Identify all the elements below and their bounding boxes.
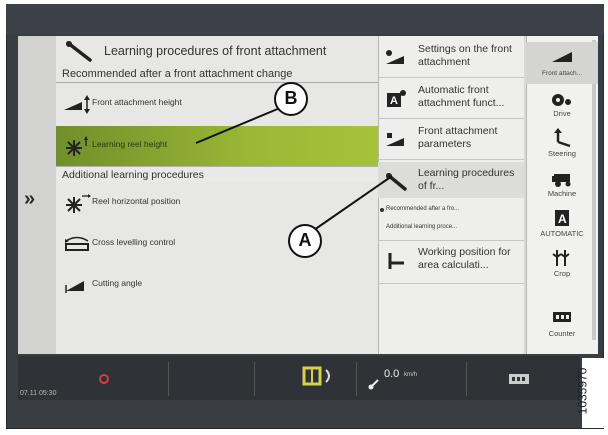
- warning-icon: [98, 374, 110, 384]
- parameters-icon: [384, 130, 408, 150]
- attachment-height-icon: [62, 92, 92, 116]
- reel-horizontal-icon: [62, 191, 92, 215]
- submenu-label: Settings on the front attachment: [418, 43, 512, 68]
- submenu-item-settings[interactable]: Settings on the front attachment: [378, 38, 524, 78]
- list-item-label: Reel horizontal position: [92, 196, 181, 206]
- list-item-label: Front attachment height: [92, 97, 182, 107]
- additional-header: Additional learning procedures: [56, 166, 378, 182]
- list-item-front-attachment-height[interactable]: Front attachment height: [56, 84, 378, 124]
- list-item-label: Cross levelling control: [92, 237, 176, 247]
- submenu-label: Front attachment parameters: [418, 125, 498, 150]
- list-item-learning-reel-height[interactable]: Learning reel height: [56, 126, 378, 166]
- automatic-icon: A: [550, 208, 574, 228]
- nav-item-automatic[interactable]: A AUTOMATIC: [526, 206, 598, 244]
- submenu-item-working-position[interactable]: Working position for area calculati...: [378, 240, 524, 284]
- nav-label: Steering: [548, 149, 576, 158]
- speedometer-icon: [368, 378, 382, 390]
- learning-procedures-icon: [64, 40, 94, 64]
- top-bar: [6, 4, 604, 34]
- status-divider: [466, 362, 467, 396]
- nav-item-crop[interactable]: Crop: [526, 246, 598, 284]
- drive-icon: [550, 88, 574, 108]
- nav-label: Drive: [553, 109, 571, 118]
- crop-icon: [550, 248, 574, 268]
- status-divider: [254, 362, 255, 396]
- callout-a: A: [288, 224, 322, 258]
- nav-item-steering[interactable]: Steering: [526, 126, 598, 164]
- nav-item-drive[interactable]: Drive: [526, 86, 598, 124]
- reel-height-icon: [62, 134, 92, 158]
- front-attachment-settings-icon: [384, 48, 408, 68]
- divider: [56, 82, 378, 83]
- submenu-subitem-additional[interactable]: Additional learning proce...: [386, 224, 457, 230]
- submenu-label: Learning procedures of fr...: [418, 167, 515, 192]
- submenu-item-automatic[interactable]: A Automatic front attachment funct...: [378, 79, 524, 119]
- nav-label: Crop: [553, 269, 571, 278]
- nav-item-front-attachment[interactable]: Front attach...: [526, 42, 598, 84]
- nav-label: AUTOMATIC: [540, 229, 584, 238]
- panel-header: Learning procedures of front attachment: [56, 38, 378, 66]
- reel-status-icon: [300, 364, 340, 390]
- recommended-header: Recommended after a front attachment cha…: [62, 68, 293, 80]
- nav-item-machine[interactable]: Machine: [526, 166, 598, 204]
- double-chevron-right-icon[interactable]: »: [24, 188, 35, 211]
- speed-value: 0.0: [384, 368, 400, 380]
- section-title: Additional learning procedures: [62, 169, 204, 181]
- list-item-label: Learning reel height: [92, 139, 168, 149]
- submenu-label: Automatic front attachment funct...: [418, 84, 505, 109]
- steering-icon: [550, 128, 574, 148]
- nav-label: Front attach...: [541, 70, 583, 77]
- cutting-angle-icon: [62, 273, 92, 297]
- working-position-icon: [384, 251, 408, 271]
- speed-unit: km/h: [404, 372, 418, 378]
- status-divider: [356, 362, 357, 396]
- submenu-item-learning-procedures[interactable]: Learning procedures of fr...: [378, 162, 524, 198]
- list-item-label: Cutting angle: [92, 278, 143, 288]
- cross-levelling-icon: [62, 232, 92, 256]
- list-item-reel-horizontal-position[interactable]: Reel horizontal position: [56, 183, 378, 223]
- page-title: Learning procedures of front attachment: [104, 44, 327, 58]
- nav-item-counter[interactable]: Counter: [526, 306, 598, 344]
- callout-b: B: [274, 82, 308, 116]
- list-item-cutting-angle[interactable]: Cutting angle: [56, 265, 378, 305]
- status-divider: [168, 362, 169, 396]
- nav-label: Machine: [547, 189, 577, 198]
- counter-icon: [550, 308, 574, 328]
- submenu-label: Working position for area calculati...: [418, 246, 511, 271]
- nav-label: Counter: [548, 329, 576, 338]
- learning-procedures-icon: [384, 172, 408, 192]
- bullet-icon: [380, 208, 384, 212]
- list-item-cross-levelling-control[interactable]: Cross levelling control: [56, 224, 378, 264]
- svg-text:A: A: [558, 212, 567, 226]
- figure-number: 1035970: [575, 367, 590, 415]
- machine-icon: [550, 168, 574, 188]
- clock: 07.11 05:30: [20, 390, 57, 397]
- automatic-function-icon: A: [384, 89, 408, 109]
- submenu-subitem-recommended[interactable]: Recommended after a fro...: [386, 206, 459, 212]
- svg-text:A: A: [390, 95, 398, 107]
- front-attachment-icon: [550, 46, 574, 66]
- counter-status-icon: [508, 372, 530, 386]
- figure-number-box: 1035970: [575, 358, 604, 428]
- submenu-item-parameters[interactable]: Front attachment parameters: [378, 120, 524, 160]
